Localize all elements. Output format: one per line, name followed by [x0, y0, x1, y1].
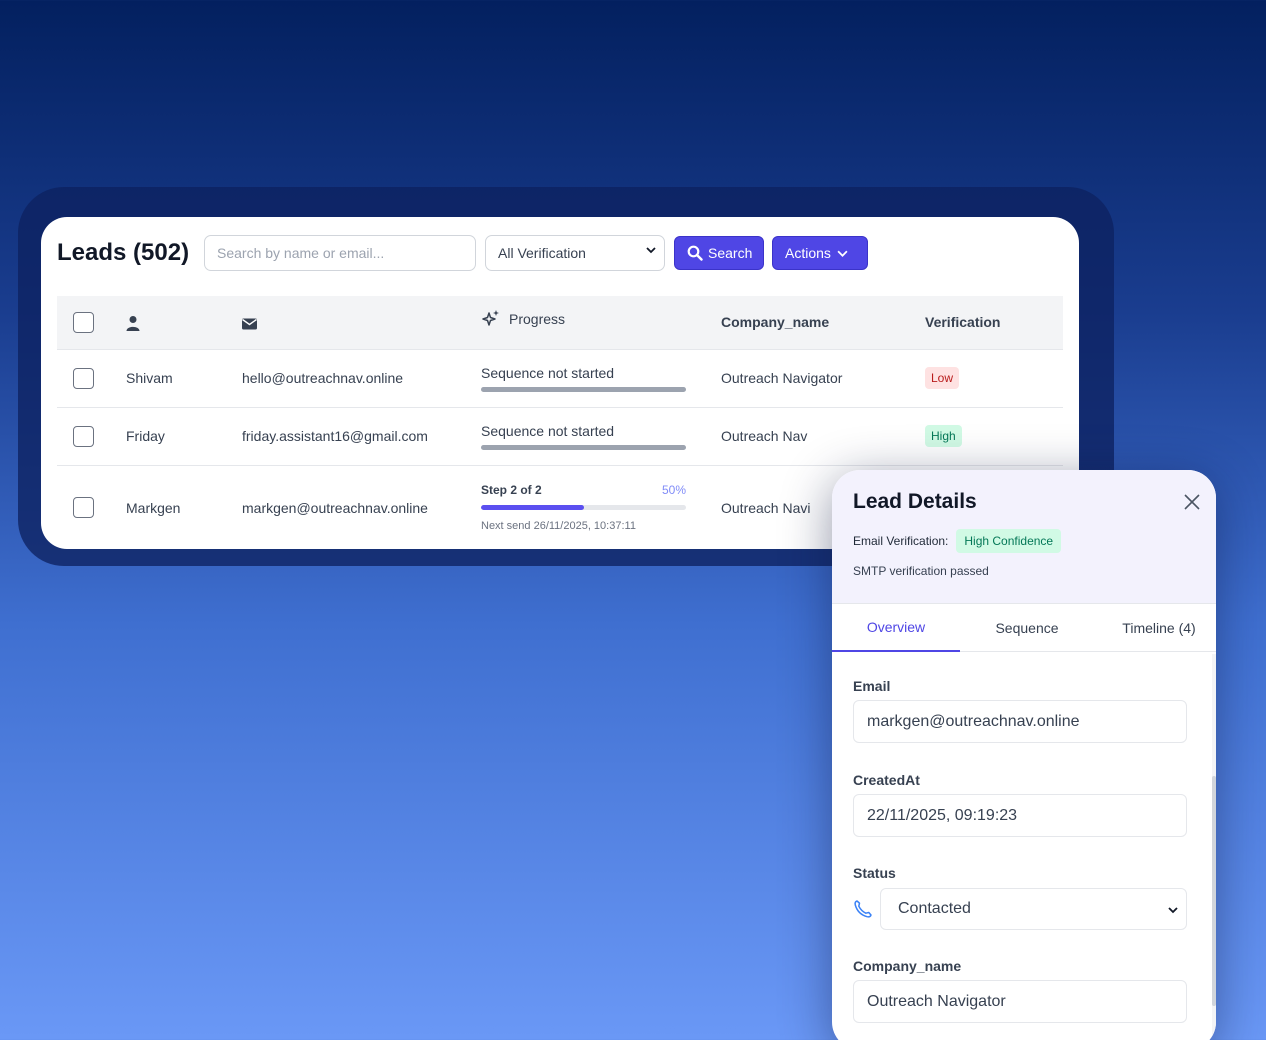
company-field[interactable]: Outreach Navigator — [853, 980, 1187, 1023]
page-title: Leads (502) — [57, 239, 190, 266]
smtp-status-text: SMTP verification passed — [853, 564, 989, 578]
status-row: Contacted — [853, 888, 1187, 930]
actions-button[interactable]: Actions — [772, 236, 868, 270]
sparkles-icon — [482, 310, 499, 326]
email-verification-row: Email Verification: High Confidence — [853, 529, 1062, 553]
search-input[interactable] — [204, 235, 476, 271]
row-checkbox[interactable] — [73, 425, 94, 447]
email-field[interactable]: markgen@outreachnav.online — [853, 700, 1187, 743]
created-at-field[interactable]: 22/11/2025, 09:19:23 — [853, 794, 1187, 837]
email-verification-label: Email Verification: — [853, 534, 949, 548]
mail-icon — [242, 318, 257, 330]
progress-bar-fill — [481, 505, 584, 511]
status-select[interactable]: Contacted — [880, 888, 1187, 930]
step-progress-row: Step 2 of 2 50% — [481, 483, 686, 497]
verification-badge: High — [925, 425, 962, 447]
tab-timeline[interactable]: Timeline (4) — [1094, 604, 1216, 651]
next-send-text: Next send 26/11/2025, 10:37:11 — [481, 520, 636, 533]
status-value: Contacted — [898, 900, 971, 917]
verification-filter-value: All Verification — [498, 245, 586, 261]
row-checkbox[interactable] — [73, 497, 94, 519]
email-label: Email — [853, 678, 891, 694]
lead-company: Outreach Nav — [721, 406, 925, 465]
lead-name: Shivam — [126, 348, 242, 407]
progress-bar — [481, 444, 686, 450]
progress-percent: 50% — [661, 483, 686, 498]
progress-status: Sequence not started — [481, 364, 615, 381]
lead-details-panel: Lead Details Email Verification: High Co… — [832, 470, 1216, 1040]
created-at-label: CreatedAt — [853, 772, 920, 788]
lead-email: markgen@outreachnav.online — [242, 464, 481, 549]
search-button-label: Search — [708, 245, 753, 261]
row-checkbox[interactable] — [73, 367, 94, 389]
lead-name: Markgen — [126, 464, 242, 549]
tab-sequence[interactable]: Sequence — [960, 604, 1094, 651]
company-column-header: Company_name — [721, 314, 830, 331]
progress-bar — [481, 505, 686, 511]
tab-overview[interactable]: Overview — [832, 604, 960, 652]
panel-tabs: Overview Sequence Timeline (4) — [832, 604, 1216, 652]
progress-status: Sequence not started — [481, 422, 615, 439]
user-icon — [126, 315, 140, 331]
actions-button-label: Actions — [785, 245, 831, 261]
select-all-checkbox[interactable] — [73, 311, 94, 333]
progress-column-header: Progress — [509, 311, 566, 328]
phone-icon — [854, 900, 872, 918]
chevron-down-icon — [1168, 907, 1178, 914]
table-row[interactable]: Friday friday.assistant16@gmail.com Sequ… — [57, 406, 1063, 465]
progress-bar — [481, 386, 686, 392]
lead-email: friday.assistant16@gmail.com — [242, 406, 481, 465]
search-icon — [687, 245, 703, 261]
chevron-down-icon — [837, 250, 848, 257]
step-label: Step 2 of 2 — [481, 483, 542, 498]
table-row[interactable]: Shivam hello@outreachnav.online Sequence… — [57, 348, 1063, 407]
lead-company: Outreach Navigator — [721, 348, 925, 407]
lead-name: Friday — [126, 406, 242, 465]
status-label: Status — [853, 865, 896, 881]
lead-details-header: Lead Details Email Verification: High Co… — [832, 470, 1216, 604]
verification-badge: Low — [925, 367, 960, 389]
email-verification-badge: High Confidence — [956, 529, 1062, 553]
table-header-row: Progress Company_name Verification — [57, 296, 1063, 349]
panel-scrollbar-thumb[interactable] — [1212, 776, 1216, 1006]
chevron-down-icon — [646, 247, 656, 254]
verification-filter-select[interactable]: All Verification — [485, 235, 665, 271]
leads-toolbar: Leads (502) All Verification Search Acti… — [57, 235, 1057, 271]
close-icon[interactable] — [1182, 492, 1202, 512]
search-button[interactable]: Search — [674, 236, 764, 270]
company-label: Company_name — [853, 958, 962, 974]
verification-column-header: Verification — [925, 314, 1001, 331]
panel-title: Lead Details — [853, 490, 977, 513]
lead-email: hello@outreachnav.online — [242, 348, 481, 407]
